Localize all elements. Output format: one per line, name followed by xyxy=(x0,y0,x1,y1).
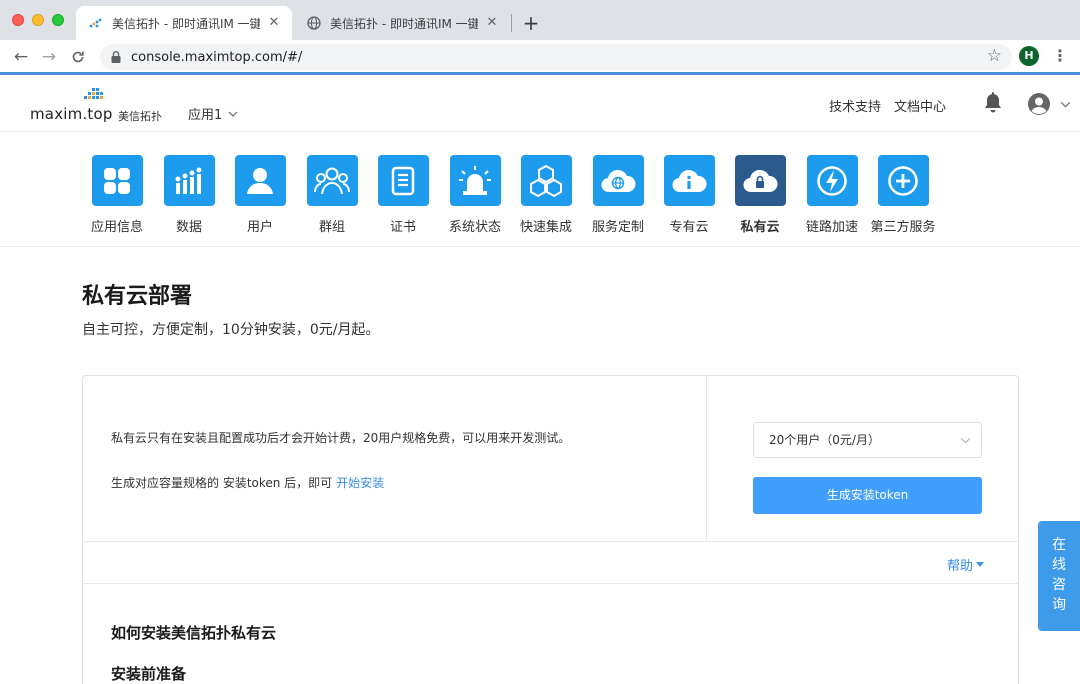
browser-tab-active[interactable]: 美信拓扑 - 即时通讯IM 一键启用 ✕ xyxy=(76,6,292,40)
grid-icon xyxy=(91,155,143,206)
logo-text: maxim.top xyxy=(30,105,113,123)
nav-item-app-info[interactable]: 应用信息 xyxy=(77,155,157,235)
bell-icon[interactable] xyxy=(983,92,1003,114)
tab-close-icon[interactable]: ✕ xyxy=(484,15,500,31)
nav-label: 快速集成 xyxy=(519,220,572,235)
billing-note: 私有云只有在安装且配置成功后才会开始计费，20用户规格免费，可以用来开发测试。 xyxy=(111,431,571,445)
help-row: 帮助 xyxy=(83,542,1018,584)
logo-cn-text: 美信拓扑 xyxy=(118,110,162,123)
new-tab-button[interactable]: + xyxy=(520,12,542,34)
capacity-select-value: 20个用户（0元/月） xyxy=(769,433,880,447)
caret-down-icon xyxy=(976,562,984,567)
consult-char: 在 xyxy=(1052,537,1066,553)
reload-icon[interactable] xyxy=(67,46,89,68)
app-header: maxim.top 美信拓扑 应用1 技术支持 文档中心 xyxy=(0,75,1080,132)
bookmark-star-icon[interactable]: ☆ xyxy=(987,46,1002,66)
nav-item-groups[interactable]: 群组 xyxy=(292,155,372,235)
alarm-light-icon xyxy=(449,155,501,206)
url-text: console.maximtop.com/#/ xyxy=(131,49,303,65)
cubes-icon xyxy=(520,155,572,206)
close-window-button[interactable] xyxy=(12,14,24,26)
globe-icon xyxy=(306,15,322,31)
forward-arrow-icon[interactable]: → xyxy=(38,46,60,68)
feature-nav: 应用信息 数据 用户 群组 证书 系统状态 快速集成 服务定制 专有云 私有云 … xyxy=(0,132,1080,247)
nav-label: 系统状态 xyxy=(448,220,501,235)
certificate-icon xyxy=(377,155,429,206)
nav-label: 服务定制 xyxy=(591,220,644,235)
token-note: 生成对应容量规格的 安装token 后，即可 开始安装 xyxy=(111,474,384,491)
user-account-icon[interactable] xyxy=(1027,92,1051,116)
app-selector-label: 应用1 xyxy=(188,108,223,123)
private-cloud-card: 私有云只有在安装且配置成功后才会开始计费，20用户规格免费，可以用来开发测试。 … xyxy=(82,375,1019,684)
install-heading: 如何安装美信拓扑私有云 xyxy=(111,624,277,642)
chevron-down-icon[interactable] xyxy=(1060,99,1071,110)
browser-menu-icon[interactable]: ⋮ xyxy=(1050,46,1070,66)
group-icon xyxy=(306,155,358,206)
online-consult-button[interactable]: 在 线 咨 询 xyxy=(1038,521,1080,631)
tech-support-link[interactable]: 技术支持 xyxy=(829,96,881,115)
nav-item-third-party[interactable]: 第三方服务 xyxy=(863,155,943,235)
browser-tabbar: 美信拓扑 - 即时通讯IM 一键启用 ✕ 美信拓扑 - 即时通讯IM 一键启用 … xyxy=(0,0,1080,40)
profile-avatar[interactable]: H xyxy=(1019,46,1039,66)
consult-char: 询 xyxy=(1052,597,1066,613)
tab-close-icon[interactable]: ✕ xyxy=(266,15,282,31)
lock-icon xyxy=(111,51,121,63)
card-divider xyxy=(706,376,707,542)
nav-item-service-custom[interactable]: 服务定制 xyxy=(578,155,658,235)
browser-toolbar: ← → console.maximtop.com/#/ ☆ xyxy=(0,40,1080,74)
minimize-window-button[interactable] xyxy=(32,14,44,26)
lightning-icon xyxy=(806,155,858,206)
address-bar[interactable]: console.maximtop.com/#/ ☆ xyxy=(100,44,1012,70)
capacity-select[interactable]: 20个用户（0元/月） xyxy=(753,422,982,458)
chevron-down-icon xyxy=(228,111,238,117)
app-selector[interactable]: 应用1 xyxy=(188,104,238,123)
nav-label: 链路加速 xyxy=(805,220,858,235)
logo-dots-icon xyxy=(84,88,103,99)
nav-item-link-acceleration[interactable]: 链路加速 xyxy=(792,155,872,235)
maximtop-logo[interactable]: maxim.top 美信拓扑 xyxy=(30,87,165,123)
tab-title: 美信拓扑 - 即时通讯IM 一键启用 xyxy=(112,16,260,31)
nav-item-users[interactable]: 用户 xyxy=(220,155,300,235)
nav-label: 用户 xyxy=(246,220,273,235)
nav-item-certificate[interactable]: 证书 xyxy=(363,155,443,235)
bar-chart-icon xyxy=(163,155,215,206)
user-icon xyxy=(234,155,286,206)
token-note-text: 生成对应容量规格的 安装token 后，即可 xyxy=(111,476,333,490)
maximtop-favicon-icon xyxy=(88,15,104,31)
docs-center-link[interactable]: 文档中心 xyxy=(894,96,946,115)
help-dropdown[interactable]: 帮助 xyxy=(947,555,984,574)
page-subtitle: 自主可控，方便定制，10分钟安装，0元/月起。 xyxy=(82,322,380,338)
maximize-window-button[interactable] xyxy=(52,14,64,26)
nav-label: 应用信息 xyxy=(90,220,143,235)
generate-token-button[interactable]: 生成安装token xyxy=(753,477,982,514)
nav-label: 证书 xyxy=(389,220,416,235)
consult-char: 咨 xyxy=(1052,577,1066,593)
chevron-down-icon xyxy=(960,437,971,444)
prep-heading: 安装前准备 xyxy=(111,665,187,683)
nav-item-quick-integration[interactable]: 快速集成 xyxy=(506,155,586,235)
help-label: 帮助 xyxy=(946,559,973,574)
nav-label: 专有云 xyxy=(669,220,709,235)
cloud-globe-icon xyxy=(592,155,644,206)
tab-separator xyxy=(511,14,512,32)
consult-char: 线 xyxy=(1052,557,1066,573)
start-install-link[interactable]: 开始安装 xyxy=(336,476,384,490)
plus-icon xyxy=(877,155,929,206)
tab-title: 美信拓扑 - 即时通讯IM 一键启用 xyxy=(330,16,478,31)
page-title: 私有云部署 xyxy=(82,284,193,309)
nav-label: 第三方服务 xyxy=(870,220,936,235)
browser-tab[interactable]: 美信拓扑 - 即时通讯IM 一键启用 ✕ xyxy=(294,6,510,40)
nav-item-data[interactable]: 数据 xyxy=(149,155,229,235)
card-top-section: 私有云只有在安装且配置成功后才会开始计费，20用户规格免费，可以用来开发测试。 … xyxy=(83,376,1018,542)
nav-item-private-cloud[interactable]: 私有云 xyxy=(720,155,800,235)
cloud-lock-icon xyxy=(734,155,786,206)
nav-label: 群组 xyxy=(318,220,345,235)
nav-label: 数据 xyxy=(175,220,202,235)
nav-item-system-status[interactable]: 系统状态 xyxy=(435,155,515,235)
nav-item-dedicated-cloud[interactable]: 专有云 xyxy=(649,155,729,235)
nav-label: 私有云 xyxy=(740,220,780,235)
back-arrow-icon[interactable]: ← xyxy=(10,46,32,68)
cloud-info-icon xyxy=(663,155,715,206)
